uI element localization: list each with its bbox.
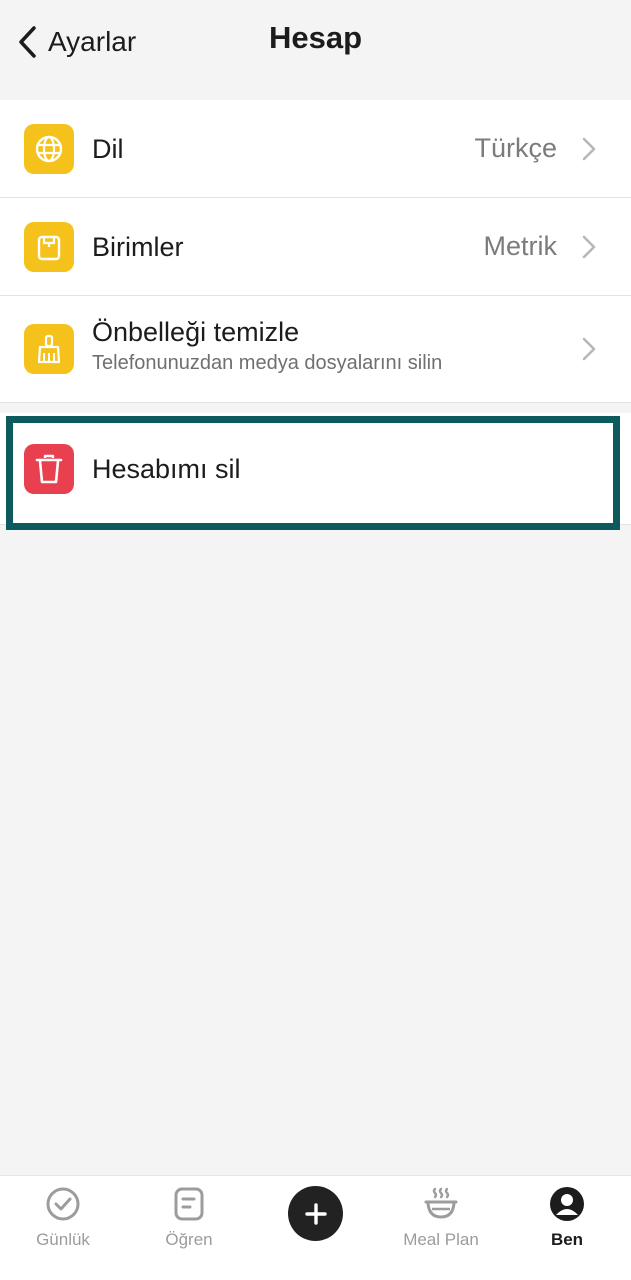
settings-row-units[interactable]: Birimler Metrik: [0, 198, 631, 296]
note-icon: [174, 1187, 204, 1221]
settings-row-language[interactable]: Dil Türkçe: [0, 100, 631, 198]
top-bar: Ayarlar Hesap: [0, 0, 631, 100]
chevron-right-icon: [582, 235, 596, 258]
row-subtitle: Telefonunuzdan medya dosyalarını silin: [92, 352, 443, 374]
nav-label: Ben: [550, 1230, 584, 1249]
account-settings-screen: Ayarlar Hesap Dil Türkçe Birimler Metrik…: [0, 0, 631, 1280]
profile-icon: [550, 1187, 584, 1221]
bowl-icon: [424, 1187, 458, 1219]
globe-icon: [24, 123, 74, 174]
page-title: Hesap: [268, 20, 363, 55]
delete-account-row[interactable]: Hesabımı sil: [0, 413, 631, 525]
plus-icon: [304, 1202, 327, 1225]
nav-item-gunluk[interactable]: Günlük: [0, 1176, 126, 1280]
nav-item-meal-plan[interactable]: Meal Plan: [378, 1176, 504, 1280]
scale-icon: [24, 221, 74, 272]
row-label: Önbelleği temizle: [92, 317, 300, 347]
broom-icon: [24, 324, 74, 374]
chevron-right-icon: [582, 137, 596, 160]
chevron-right-icon: [582, 337, 596, 361]
row-label: Birimler: [92, 231, 184, 262]
row-label: Dil: [92, 133, 124, 164]
nav-item-ogren[interactable]: Öğren: [126, 1176, 252, 1280]
add-button[interactable]: [288, 1186, 343, 1241]
settings-list: Dil Türkçe Birimler Metrik Önbelleği tem…: [0, 100, 631, 525]
nav-label: Meal Plan: [403, 1230, 479, 1249]
check-circle-icon: [46, 1187, 80, 1221]
row-text: Birimler: [92, 231, 184, 263]
nav-label: Günlük: [36, 1230, 90, 1249]
nav-item-ben[interactable]: Ben: [504, 1176, 630, 1280]
row-value: Metrik: [483, 231, 558, 261]
row-text: Önbelleği temizle Telefonunuzdan medya d…: [92, 316, 442, 376]
row-text: Dil: [92, 133, 124, 165]
settings-row-clear-cache[interactable]: Önbelleği temizle Telefonunuzdan medya d…: [0, 296, 631, 403]
row-label: Hesabımı sil: [92, 453, 241, 484]
row-text: Hesabımı sil: [92, 453, 241, 485]
trash-icon: [24, 443, 74, 494]
row-value: Türkçe: [474, 133, 557, 163]
nav-label: Öğren: [165, 1230, 213, 1249]
bottom-navigation: Günlük Öğren Meal Plan Ben: [0, 1175, 631, 1280]
